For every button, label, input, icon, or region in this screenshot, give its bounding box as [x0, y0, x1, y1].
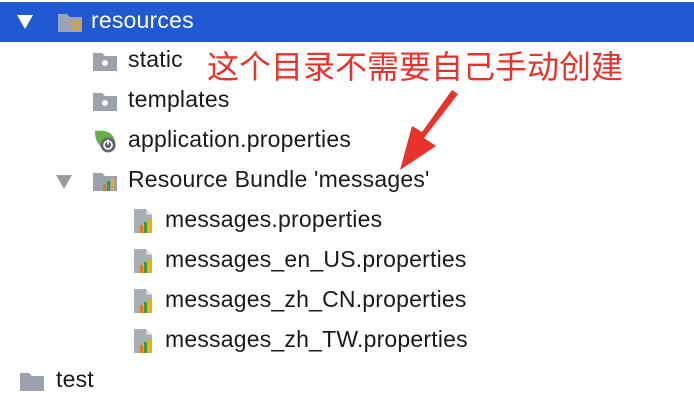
- tree-item-label: templates: [128, 86, 230, 112]
- tree-item-label: static: [128, 46, 183, 72]
- tree-item-label: test: [56, 366, 94, 392]
- spring-boot-icon: [95, 130, 116, 153]
- tree-item-test[interactable]: test: [0, 361, 694, 401]
- resource-bundle-icon: [93, 173, 117, 191]
- tree-item-label: application.properties: [128, 126, 352, 152]
- tree-item-label: resources: [91, 7, 194, 33]
- tree-item-messages-properties[interactable]: messages.properties: [0, 201, 694, 241]
- resources-folder-icon: [58, 14, 82, 32]
- tree-item-messages-zh-cn-properties[interactable]: messages_zh_CN.properties: [0, 281, 694, 321]
- properties-file-icon: [134, 329, 152, 353]
- tree-item-label: Resource Bundle 'messages': [128, 166, 430, 192]
- tree-item-application-properties[interactable]: application.properties: [0, 121, 694, 161]
- folder-icon: [93, 53, 117, 71]
- folder-icon: [20, 373, 44, 391]
- tree-item-label: messages.properties: [165, 206, 383, 232]
- tree-item-resource-bundle[interactable]: Resource Bundle 'messages': [0, 161, 694, 201]
- tree-item-label: messages_zh_CN.properties: [165, 286, 467, 312]
- folder-icon: [93, 93, 117, 111]
- expand-arrow-icon[interactable]: [17, 15, 33, 29]
- tree-item-resources[interactable]: resources: [0, 2, 694, 42]
- properties-file-icon: [134, 289, 152, 313]
- annotation-text: 这个目录不需要自己手动创建: [207, 48, 624, 86]
- properties-file-icon: [134, 209, 152, 233]
- tree-item-label: messages_zh_TW.properties: [165, 326, 468, 352]
- properties-file-icon: [134, 249, 152, 273]
- tree-item-messages-en-us-properties[interactable]: messages_en_US.properties: [0, 241, 694, 281]
- tree-item-label: messages_en_US.properties: [165, 246, 467, 272]
- expand-arrow-icon[interactable]: [56, 175, 72, 189]
- tree-item-messages-zh-tw-properties[interactable]: messages_zh_TW.properties: [0, 321, 694, 361]
